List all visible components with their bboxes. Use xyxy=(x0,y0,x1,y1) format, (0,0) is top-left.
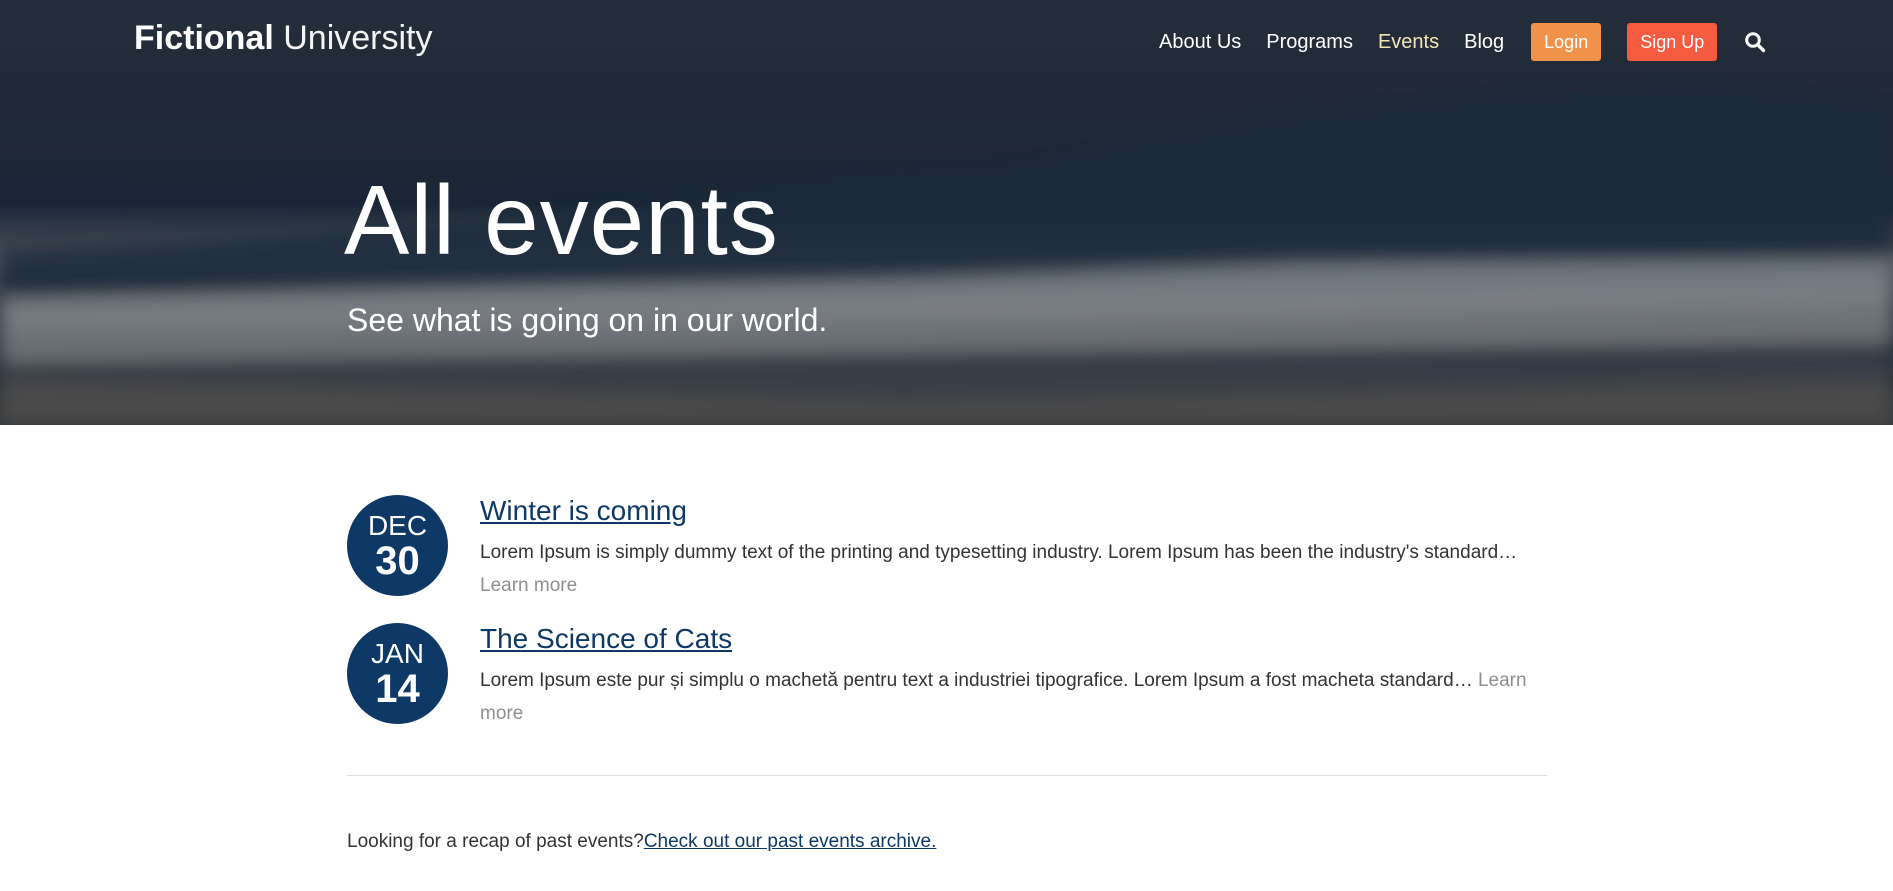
event-excerpt: Lorem Ipsum is simply dummy text of the … xyxy=(480,536,1540,602)
signup-button[interactable]: Sign Up xyxy=(1627,23,1718,61)
learn-more-link[interactable]: Learn more xyxy=(480,575,577,596)
nav-events[interactable]: Events xyxy=(1378,31,1439,54)
past-events-prompt: Looking for a recap of past events?Check… xyxy=(347,831,936,853)
event-title-link[interactable]: The Science of Cats xyxy=(480,623,732,655)
past-events-text: Looking for a recap of past events? xyxy=(347,831,644,852)
login-button[interactable]: Login xyxy=(1531,23,1602,61)
page-subtitle: See what is going on in our world. xyxy=(347,302,828,338)
nav-programs[interactable]: Programs xyxy=(1266,31,1353,54)
nav-blog[interactable]: Blog xyxy=(1464,31,1504,54)
event-excerpt: Lorem Ipsum este pur și simplu o machetă… xyxy=(480,664,1540,730)
event-day: 14 xyxy=(375,667,420,711)
section-divider xyxy=(347,775,1547,776)
past-events-archive-link[interactable]: Check out our past events archive. xyxy=(644,831,937,852)
hero-banner xyxy=(0,0,1893,425)
event-excerpt-text: Lorem Ipsum is simply dummy text of the … xyxy=(480,542,1518,563)
search-icon[interactable] xyxy=(1744,31,1766,53)
site-logo[interactable]: Fictional University xyxy=(134,19,433,58)
hero-overlay xyxy=(0,0,1893,425)
event-date-badge[interactable]: JAN 14 xyxy=(347,623,448,724)
main-nav: About Us Programs Events Blog Login Sign… xyxy=(1159,23,1766,61)
event-day: 30 xyxy=(375,539,420,583)
nav-about-us[interactable]: About Us xyxy=(1159,31,1241,54)
event-excerpt-text: Lorem Ipsum este pur și simplu o machetă… xyxy=(480,670,1478,691)
logo-light-text: University xyxy=(283,19,433,57)
logo-strong-text: Fictional xyxy=(134,19,274,57)
event-date-badge[interactable]: DEC 30 xyxy=(347,495,448,596)
event-title-link[interactable]: Winter is coming xyxy=(480,495,687,527)
event-month: JAN xyxy=(371,638,424,669)
event-month: DEC xyxy=(367,510,428,541)
page-title: All events xyxy=(344,165,779,275)
